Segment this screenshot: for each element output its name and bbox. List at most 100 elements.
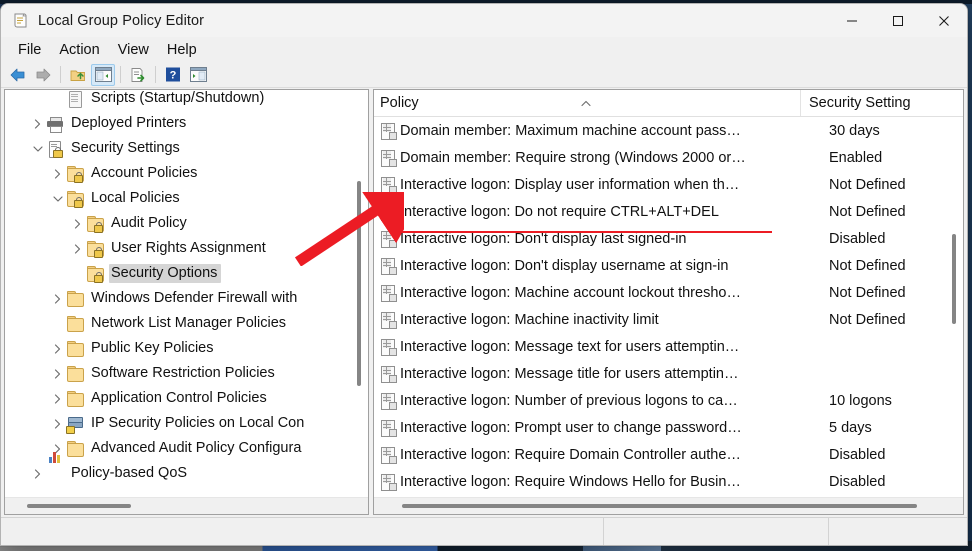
chevron-right-icon[interactable] xyxy=(29,461,46,486)
security-setting-cell: Enabled xyxy=(829,149,883,166)
tree-item-label: Windows Defender Firewall with xyxy=(91,290,298,306)
chevron-right-icon[interactable] xyxy=(69,236,86,261)
policy-list-row[interactable]: Interactive logon: Message title for use… xyxy=(374,360,963,387)
policy-list: Domain member: Maximum machine account p… xyxy=(374,117,963,495)
folder-lock-icon xyxy=(66,190,84,208)
help-icon[interactable]: ? xyxy=(161,64,185,86)
list-scroll-thumb[interactable] xyxy=(952,234,956,324)
chevron-right-icon[interactable] xyxy=(49,161,66,186)
menu-help[interactable]: Help xyxy=(158,40,206,60)
tree-vertical-scrollbar[interactable] xyxy=(351,91,367,496)
menu-view[interactable]: View xyxy=(109,40,158,60)
chevron-right-icon[interactable] xyxy=(49,286,66,311)
tree-item-software-restriction-policies[interactable]: Software Restriction Policies xyxy=(5,361,368,386)
security-setting-cell: 30 days xyxy=(829,122,880,139)
console-tree: Scripts (Startup/Shutdown) Deployed Print… xyxy=(5,90,368,486)
export-list-icon[interactable] xyxy=(126,64,150,86)
menu-bar: File Action View Help xyxy=(1,37,967,62)
tree-item-audit-policy[interactable]: Audit Policy xyxy=(5,211,368,236)
chevron-right-icon[interactable] xyxy=(49,361,66,386)
policy-setting-icon xyxy=(380,203,397,221)
tree-item-label: Security Settings xyxy=(71,140,180,156)
policy-list-row[interactable]: Interactive logon: Prompt user to change… xyxy=(374,414,963,441)
tree-item-application-control-policies[interactable]: Application Control Policies xyxy=(5,386,368,411)
policy-list-row[interactable]: Interactive logon: Require Domain Contro… xyxy=(374,441,963,468)
tree-item-account-policies[interactable]: Account Policies xyxy=(5,161,368,186)
window-title: Local Group Policy Editor xyxy=(38,12,205,29)
list-horizontal-scrollbar[interactable] xyxy=(374,497,963,514)
chevron-down-icon[interactable] xyxy=(29,136,46,161)
tree-item-label: User Rights Assignment xyxy=(111,240,266,256)
console-tree-scroll: Scripts (Startup/Shutdown) Deployed Print… xyxy=(5,90,368,497)
up-one-level-icon[interactable] xyxy=(66,64,90,86)
list-vertical-scrollbar[interactable] xyxy=(946,118,962,496)
tree-horizontal-scrollbar[interactable] xyxy=(5,497,368,514)
chevron-right-icon[interactable] xyxy=(29,111,46,136)
policy-list-row[interactable]: Interactive logon: Do not require CTRL+A… xyxy=(374,198,963,225)
tree-item-security-settings[interactable]: Security Settings xyxy=(5,136,368,161)
toolbar: ? xyxy=(1,62,967,88)
policy-list-row[interactable]: Interactive logon: Require Windows Hello… xyxy=(374,468,963,495)
chevron-right-icon[interactable] xyxy=(49,386,66,411)
back-icon[interactable] xyxy=(6,64,30,86)
column-header-security-setting[interactable]: Security Setting xyxy=(801,90,963,116)
tree-item-policy-based-qos[interactable]: Policy-based QoS xyxy=(5,451,368,486)
tree-item-ip-security-policies-on-local-con[interactable]: IP Security Policies on Local Con xyxy=(5,411,368,436)
policy-setting-icon xyxy=(380,311,397,329)
tree-item-local-policies[interactable]: Local Policies xyxy=(5,186,368,211)
column-header-policy[interactable]: Policy xyxy=(374,90,801,116)
tree-item-label: Deployed Printers xyxy=(71,115,187,131)
ipsec-icon xyxy=(66,415,84,434)
tree-item-deployed-printers[interactable]: Deployed Printers xyxy=(5,111,368,136)
list-hscroll-thumb[interactable] xyxy=(402,504,917,508)
folder-icon xyxy=(66,440,84,458)
column-header-security-setting-label: Security Setting xyxy=(809,95,911,111)
tree-item-user-rights-assignment[interactable]: User Rights Assignment xyxy=(5,236,368,261)
chevron-right-icon[interactable] xyxy=(49,336,66,361)
forward-icon[interactable] xyxy=(31,64,55,86)
menu-file[interactable]: File xyxy=(9,40,50,60)
minimize-button[interactable] xyxy=(829,4,875,37)
show-hide-action-pane-icon[interactable] xyxy=(186,64,210,86)
policy-list-row[interactable]: Interactive logon: Machine inactivity li… xyxy=(374,306,963,333)
tree-item-label: Network List Manager Policies xyxy=(91,315,287,331)
security-setting-cell: Disabled xyxy=(829,446,886,463)
tree-item-label: Account Policies xyxy=(91,165,198,181)
tree-item-label: Policy-based QoS xyxy=(71,465,188,481)
sort-ascending-icon xyxy=(579,91,593,117)
policy-list-row[interactable]: Interactive logon: Machine account locko… xyxy=(374,279,963,306)
policy-list-row[interactable]: Domain member: Require strong (Windows 2… xyxy=(374,144,963,171)
column-header-policy-label: Policy xyxy=(380,95,419,111)
security-setting-cell: 10 logons xyxy=(829,392,892,409)
close-button[interactable] xyxy=(921,4,967,37)
policy-name-cell: Domain member: Maximum machine account p… xyxy=(400,122,741,139)
tree-item-windows-defender-firewall-with[interactable]: Windows Defender Firewall with xyxy=(5,286,368,311)
policy-list-row[interactable]: Interactive logon: Message text for user… xyxy=(374,333,963,360)
tree-item-network-list-manager-policies[interactable]: Network List Manager Policies xyxy=(5,311,368,336)
policy-list-row[interactable]: Interactive logon: Don't display usernam… xyxy=(374,252,963,279)
status-message xyxy=(1,518,603,545)
list-column-headers: Policy Security Setting xyxy=(374,90,963,117)
tree-hscroll-thumb[interactable] xyxy=(27,504,131,508)
tree-item-public-key-policies[interactable]: Public Key Policies xyxy=(5,336,368,361)
policy-list-row[interactable]: Interactive logon: Don't display last si… xyxy=(374,225,963,252)
chevron-right-icon[interactable] xyxy=(69,211,86,236)
tree-scroll-thumb[interactable] xyxy=(357,181,361,386)
policy-list-row[interactable]: Domain member: Maximum machine account p… xyxy=(374,117,963,144)
chevron-right-icon[interactable] xyxy=(49,411,66,436)
menu-action[interactable]: Action xyxy=(50,40,108,60)
chevron-down-icon[interactable] xyxy=(49,186,66,211)
tree-item-security-options[interactable]: Security Options xyxy=(5,261,368,286)
content-area: Scripts (Startup/Shutdown) Deployed Print… xyxy=(1,88,967,515)
policy-list-row[interactable]: Interactive logon: Number of previous lo… xyxy=(374,387,963,414)
title-bar: Local Group Policy Editor xyxy=(1,4,967,37)
show-hide-console-tree-icon[interactable] xyxy=(91,63,115,86)
window-controls xyxy=(829,4,967,37)
maximize-button[interactable] xyxy=(875,4,921,37)
policy-list-row[interactable]: Interactive logon: Display user informat… xyxy=(374,171,963,198)
tree-item-scripts-startup-shutdown[interactable]: Scripts (Startup/Shutdown) xyxy=(5,90,368,111)
folder-icon xyxy=(66,365,84,383)
toolbar-separator xyxy=(60,66,61,83)
toolbar-separator xyxy=(120,66,121,83)
